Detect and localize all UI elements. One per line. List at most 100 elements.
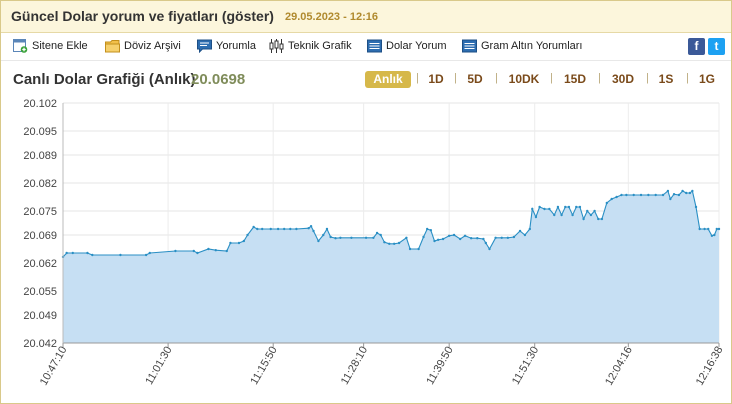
y-tick-label: 20.042 <box>23 338 57 350</box>
y-tick-label: 20.075 <box>23 206 57 218</box>
widget-frame: Güncel Dolar yorum ve fiyatları (göster)… <box>0 0 732 404</box>
data-point <box>375 231 379 235</box>
range-anlik-button[interactable]: Anlık <box>365 71 411 88</box>
data-point <box>269 227 272 231</box>
data-point <box>694 205 698 209</box>
data-point <box>388 242 391 245</box>
range-10dk-button[interactable]: 10DK <box>506 71 542 88</box>
data-point <box>523 233 527 237</box>
data-point <box>452 233 456 237</box>
data-point <box>383 241 386 244</box>
data-point <box>528 227 532 231</box>
toolbar-label: Gram Altın Yorumları <box>481 40 583 52</box>
data-point <box>715 227 719 231</box>
y-tick-label: 20.102 <box>23 98 57 110</box>
data-point <box>669 197 672 201</box>
range-separator: | <box>646 72 649 84</box>
chart-title: Canlı Dolar Grafiği (Anlık) <box>13 71 196 88</box>
x-tick-label: 11:01:30 <box>143 345 174 387</box>
data-point <box>397 241 401 245</box>
data-point <box>350 236 353 239</box>
data-point <box>605 201 609 205</box>
data-point <box>582 217 585 221</box>
data-point <box>553 213 556 217</box>
y-tick-label: 20.069 <box>23 230 57 242</box>
data-point <box>548 207 551 211</box>
comment-icon <box>197 39 212 53</box>
list-icon <box>367 39 382 53</box>
x-tick-label: 11:28:10 <box>339 345 370 387</box>
toolbar-label: Sitene Ekle <box>32 40 88 52</box>
range-30d-button[interactable]: 30D <box>610 71 636 88</box>
data-point <box>246 233 249 237</box>
data-point <box>506 236 510 239</box>
x-tick-label: 11:51:30 <box>510 345 541 387</box>
facebook-icon[interactable]: f <box>688 38 705 55</box>
range-5d-button[interactable]: 5D <box>464 71 486 88</box>
data-point <box>713 233 716 237</box>
price-chart[interactable]: 20.102 20.095 20.089 20.082 20.075 20.069 20.0… <box>1 93 731 403</box>
data-point <box>620 193 623 197</box>
data-point <box>534 215 538 219</box>
data-point <box>518 229 522 233</box>
range-separator: | <box>416 72 419 84</box>
data-point <box>571 213 574 217</box>
range-1g-button[interactable]: 1G <box>697 71 717 88</box>
current-value: 20.0698 <box>191 71 246 88</box>
data-point <box>610 197 613 201</box>
data-point <box>564 205 567 209</box>
data-point <box>192 249 195 253</box>
data-point <box>531 207 534 211</box>
data-point <box>214 249 217 252</box>
data-point <box>685 191 688 195</box>
data-point <box>578 205 582 209</box>
toolbar-label: Döviz Arşivi <box>124 40 181 52</box>
data-point <box>575 205 578 209</box>
data-point <box>688 191 692 195</box>
data-point <box>500 236 503 239</box>
data-point <box>276 227 280 231</box>
data-point <box>225 249 228 253</box>
data-point <box>242 239 246 243</box>
data-point <box>282 227 286 231</box>
data-point <box>698 227 701 231</box>
data-point <box>65 251 68 255</box>
data-point <box>560 213 563 217</box>
widget-title[interactable]: Güncel Dolar yorum ve fiyatları (göster) <box>11 8 274 24</box>
range-1d-button[interactable]: 1D <box>425 71 447 88</box>
data-point <box>710 234 714 237</box>
data-point <box>260 227 264 231</box>
y-tick-label: 20.095 <box>23 126 57 138</box>
data-point <box>672 193 676 196</box>
data-point <box>309 225 313 228</box>
data-point <box>654 193 657 197</box>
data-point <box>512 235 516 239</box>
twitter-icon[interactable]: t <box>708 38 725 55</box>
data-point <box>364 236 368 239</box>
data-point <box>677 193 681 197</box>
data-point <box>632 193 635 197</box>
data-point <box>256 227 259 231</box>
data-point <box>625 193 628 197</box>
data-point <box>691 189 694 193</box>
data-point <box>458 237 462 241</box>
range-1s-button[interactable]: 1S <box>656 71 676 88</box>
range-separator: | <box>686 72 689 84</box>
data-point <box>229 241 232 245</box>
data-point <box>538 205 541 209</box>
data-point <box>322 233 325 237</box>
data-point <box>433 239 436 243</box>
data-point <box>567 205 571 209</box>
data-point <box>148 251 151 255</box>
data-point <box>325 227 329 231</box>
data-point <box>379 233 382 237</box>
toolbar-label: Dolar Yorum <box>386 40 447 52</box>
toolbar-label: Yorumla <box>216 40 256 52</box>
data-point <box>681 189 684 193</box>
data-point <box>589 213 593 217</box>
title-bar: Güncel Dolar yorum ve fiyatları (göster)… <box>1 1 731 33</box>
range-15d-button[interactable]: 15D <box>562 71 588 88</box>
range-separator: | <box>454 72 457 84</box>
y-tick-label: 20.049 <box>23 310 57 322</box>
data-point <box>556 205 560 209</box>
